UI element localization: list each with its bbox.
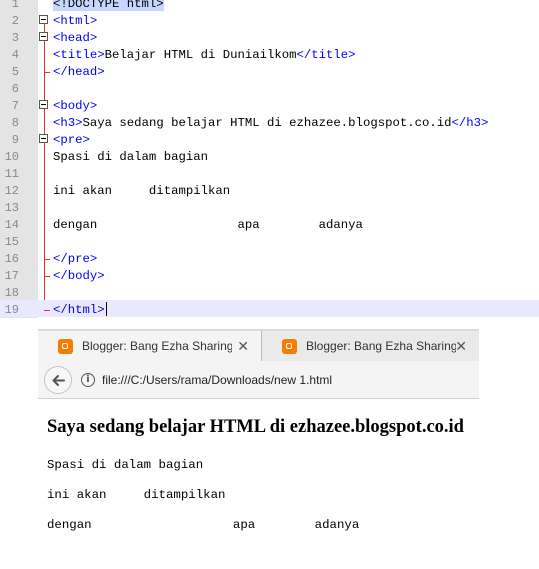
code-line-5[interactable]: </head> xyxy=(53,64,105,81)
code-line-19[interactable]: </html> xyxy=(53,302,107,318)
code-line-17[interactable]: </body> xyxy=(53,268,105,285)
line-number: 14 xyxy=(4,218,19,232)
line-number: 19 xyxy=(4,303,19,317)
line-number: 6 xyxy=(11,82,19,96)
address-bar-url[interactable]: file:///C:/Users/rama/Downloads/new 1.ht… xyxy=(102,361,332,399)
code-line-16[interactable]: </pre> xyxy=(53,251,97,268)
pre-text-line-3: dengan apa adanya xyxy=(47,518,360,532)
fold-end-marker xyxy=(44,259,50,260)
page-heading: Saya sedang belajar HTML di ezhazee.blog… xyxy=(47,417,464,437)
tab-title: Blogger: Bang Ezha Sharing - xyxy=(306,339,456,353)
line-number: 4 xyxy=(11,48,19,62)
close-icon[interactable]: ✕ xyxy=(237,331,249,361)
line-number: 1 xyxy=(11,0,19,11)
fold-guide-html xyxy=(44,24,45,314)
blogger-favicon-icon xyxy=(282,339,297,354)
back-arrow-icon xyxy=(52,375,65,386)
line-number: 8 xyxy=(11,116,19,130)
close-icon[interactable]: ✕ xyxy=(455,331,467,361)
line-number: 2 xyxy=(11,14,19,28)
back-button[interactable] xyxy=(44,366,72,394)
line-number: 10 xyxy=(4,150,19,164)
fold-end-marker xyxy=(44,276,50,277)
browser-tab-2[interactable]: Blogger: Bang Ezha Sharing - ✕ xyxy=(262,331,479,361)
line-number: 9 xyxy=(11,133,19,147)
blogger-favicon-icon xyxy=(58,339,73,354)
fold-minus-icon[interactable] xyxy=(39,15,48,24)
fold-minus-icon[interactable] xyxy=(39,32,48,41)
browser-window: Blogger: Bang Ezha Sharing - ✕ Blogger: … xyxy=(38,329,479,569)
info-icon[interactable]: i xyxy=(81,373,95,387)
line-number: 17 xyxy=(4,269,19,283)
code-line-9[interactable]: <pre> xyxy=(53,132,90,149)
code-line-4[interactable]: <title>Belajar HTML di Duniailkom</title… xyxy=(53,47,356,64)
fold-end-marker xyxy=(44,310,50,311)
code-line-2[interactable]: <html> xyxy=(53,13,97,30)
code-line-1[interactable]: <!DOCTYPE html> xyxy=(53,0,164,13)
fold-end-marker xyxy=(44,72,50,73)
pre-text-line-2: ini akan ditampilkan xyxy=(47,488,226,502)
text-caret xyxy=(105,302,107,316)
code-line-10[interactable]: Spasi di dalam bagian xyxy=(53,149,208,166)
navigation-bar: i file:///C:/Users/rama/Downloads/new 1.… xyxy=(38,361,479,399)
fold-minus-icon[interactable] xyxy=(39,100,48,109)
line-number: 16 xyxy=(4,252,19,266)
tab-title: Blogger: Bang Ezha Sharing - xyxy=(82,339,232,353)
line-number: 7 xyxy=(11,99,19,113)
line-number: 3 xyxy=(11,31,19,45)
line-number: 13 xyxy=(4,201,19,215)
code-line-7[interactable]: <body> xyxy=(53,98,97,115)
line-number: 11 xyxy=(4,167,19,181)
code-line-12[interactable]: ini akan ditampilkan xyxy=(53,183,230,200)
fold-minus-icon[interactable] xyxy=(39,134,48,143)
pre-text-line-1: Spasi di dalam bagian xyxy=(47,458,204,472)
line-number: 12 xyxy=(4,184,19,198)
code-line-8[interactable]: <h3>Saya sedang belajar HTML di ezhazee.… xyxy=(53,115,488,132)
code-editor[interactable]: 1 2 3 4 5 6 7 8 9 10 11 12 13 14 15 16 1… xyxy=(0,0,539,318)
code-line-14[interactable]: dengan apa adanya xyxy=(53,217,363,234)
line-number: 18 xyxy=(4,286,19,300)
tab-bar: Blogger: Bang Ezha Sharing - ✕ Blogger: … xyxy=(38,329,479,361)
line-number: 5 xyxy=(11,65,19,79)
line-number: 15 xyxy=(4,235,19,249)
browser-tab-1[interactable]: Blogger: Bang Ezha Sharing - ✕ xyxy=(38,331,262,361)
code-line-3[interactable]: <head> xyxy=(53,30,97,47)
